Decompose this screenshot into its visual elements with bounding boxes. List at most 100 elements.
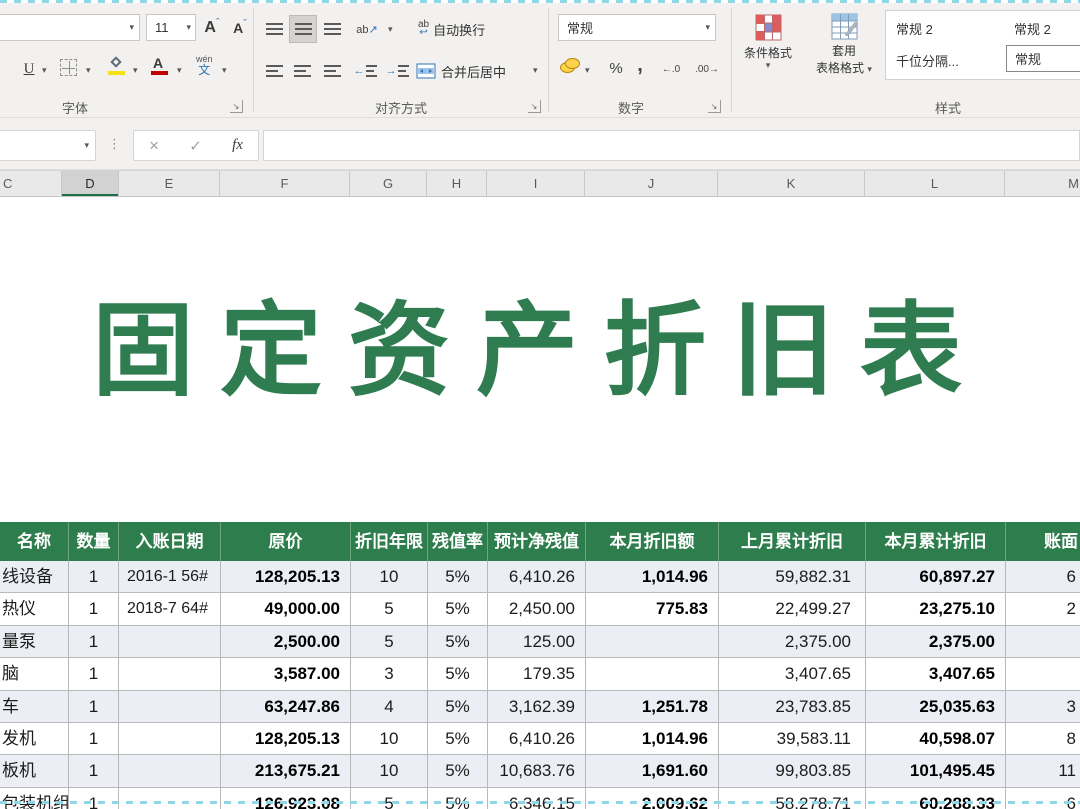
cell[interactable]: 车 xyxy=(0,691,68,722)
cell[interactable]: 5% xyxy=(427,723,487,754)
wrap-text-button[interactable]: ab ↩ 自动换行 xyxy=(418,15,485,43)
cell[interactable]: 49,000.00 xyxy=(220,593,350,624)
cell[interactable]: 3 xyxy=(350,658,427,689)
cell[interactable]: 3,407.65 xyxy=(865,658,1005,689)
cell[interactable]: 1 xyxy=(68,561,118,592)
cell[interactable]: 6,410.26 xyxy=(487,723,585,754)
cell[interactable]: 2,375.00 xyxy=(718,626,865,657)
font-color-button[interactable]: A xyxy=(150,57,170,75)
comma-style-button[interactable]: , xyxy=(632,53,648,77)
align-middle-button[interactable] xyxy=(290,16,316,42)
cell[interactable]: 发机 xyxy=(0,723,68,754)
chevron-down-icon[interactable]: ▾ xyxy=(388,25,393,34)
chevron-down-icon[interactable]: ▾ xyxy=(222,66,227,75)
cell[interactable]: 脑 xyxy=(0,658,68,689)
cell[interactable]: 2 xyxy=(1005,593,1080,624)
cell[interactable]: 5% xyxy=(427,561,487,592)
cell[interactable]: 60,288.33 xyxy=(865,788,1005,809)
chevron-down-icon[interactable]: ▾ xyxy=(177,66,182,75)
align-bottom-button[interactable] xyxy=(320,18,344,40)
font-size-combo[interactable]: 11 ▾ xyxy=(146,14,196,41)
cell[interactable]: 60,897.27 xyxy=(865,561,1005,592)
cell[interactable]: 128,205.13 xyxy=(220,723,350,754)
column-header-I[interactable]: I xyxy=(487,171,585,196)
cell[interactable] xyxy=(118,755,220,786)
cell[interactable]: 40,598.07 xyxy=(865,723,1005,754)
cell[interactable]: 125.00 xyxy=(487,626,585,657)
increase-indent-button[interactable]: → xyxy=(384,60,410,82)
cell[interactable] xyxy=(1005,626,1080,657)
style-item-comma[interactable]: 千位分隔... xyxy=(896,51,959,70)
name-box[interactable]: ▾ xyxy=(0,130,96,161)
conditional-formatting-button[interactable]: 条件格式 ▾ xyxy=(742,11,794,73)
orientation-button[interactable]: ab↗ xyxy=(352,16,382,42)
header-book-value[interactable]: 账面 xyxy=(1005,522,1080,561)
cell[interactable]: 2018-7 64# xyxy=(118,593,220,624)
cell[interactable]: 1 xyxy=(68,755,118,786)
cell[interactable]: 22,499.27 xyxy=(718,593,865,624)
column-header-K[interactable]: K xyxy=(718,171,865,196)
cell[interactable]: 6 xyxy=(1005,561,1080,592)
column-header-M[interactable]: M xyxy=(1005,171,1080,196)
cell[interactable]: 11 xyxy=(1005,755,1080,786)
cell[interactable]: 23,275.10 xyxy=(865,593,1005,624)
cell[interactable]: 1 xyxy=(68,788,118,809)
cell[interactable]: 10 xyxy=(350,755,427,786)
cell[interactable]: 128,205.13 xyxy=(220,561,350,592)
chevron-down-icon[interactable]: ▾ xyxy=(86,66,91,75)
cell[interactable]: 3,162.39 xyxy=(487,691,585,722)
cell[interactable]: 25,035.63 xyxy=(865,691,1005,722)
cell[interactable]: 2,375.00 xyxy=(865,626,1005,657)
worksheet[interactable]: 固定资产折旧表 名称 数量 入账日期 原价 折旧年限 残值率 预计净残值 本月折… xyxy=(0,197,1080,809)
font-dialog-launcher[interactable]: ↘ xyxy=(230,100,243,113)
phonetic-guide-button[interactable]: wén 文 xyxy=(196,55,213,76)
column-header-C[interactable]: C xyxy=(0,171,62,196)
align-right-button[interactable] xyxy=(320,60,344,82)
chevron-down-icon[interactable]: ▾ xyxy=(585,66,590,75)
cell[interactable]: 5 xyxy=(350,788,427,809)
cell[interactable]: 6 xyxy=(1005,788,1080,809)
cell[interactable]: 5% xyxy=(427,626,487,657)
cell[interactable]: 1,251.78 xyxy=(585,691,718,722)
header-original-price[interactable]: 原价 xyxy=(220,522,350,561)
cell[interactable]: 3,587.00 xyxy=(220,658,350,689)
cell[interactable]: 5% xyxy=(427,788,487,809)
cell[interactable]: 6,410.26 xyxy=(487,561,585,592)
cell[interactable]: 179.35 xyxy=(487,658,585,689)
cell[interactable]: 10 xyxy=(350,561,427,592)
cell[interactable]: 1,014.96 xyxy=(585,561,718,592)
cell[interactable] xyxy=(118,626,220,657)
style-item-normal2[interactable]: 常规 2 xyxy=(896,19,933,38)
decrease-indent-button[interactable]: ← xyxy=(352,60,378,82)
cell[interactable]: 23,783.85 xyxy=(718,691,865,722)
cell[interactable]: 1 xyxy=(68,593,118,624)
cell[interactable] xyxy=(118,691,220,722)
insert-function-icon[interactable]: fx xyxy=(232,137,243,154)
cell[interactable]: 1 xyxy=(68,626,118,657)
cell[interactable]: 5% xyxy=(427,755,487,786)
cell[interactable]: 59,882.31 xyxy=(718,561,865,592)
enter-icon[interactable]: ✓ xyxy=(189,137,202,155)
cell[interactable]: 10,683.76 xyxy=(487,755,585,786)
cell[interactable]: 213,675.21 xyxy=(220,755,350,786)
accounting-format-button[interactable] xyxy=(560,58,579,72)
cell[interactable]: 99,803.85 xyxy=(718,755,865,786)
header-entry-date[interactable]: 入账日期 xyxy=(118,522,220,561)
cell[interactable]: 量泵 xyxy=(0,626,68,657)
font-name-combo[interactable]: ▾ xyxy=(0,14,140,41)
grow-font-button[interactable]: Aˆ xyxy=(200,15,224,40)
column-header-E[interactable]: E xyxy=(119,171,220,196)
column-header-H[interactable]: H xyxy=(427,171,487,196)
header-name[interactable]: 名称 xyxy=(0,522,68,561)
header-cur-accum[interactable]: 本月累计折旧 xyxy=(865,522,1005,561)
header-month-depreciation[interactable]: 本月折旧额 xyxy=(585,522,718,561)
borders-button[interactable] xyxy=(60,59,77,76)
header-residual-rate[interactable]: 残值率 xyxy=(427,522,487,561)
align-top-button[interactable] xyxy=(262,18,286,40)
cell[interactable]: 2,009.62 xyxy=(585,788,718,809)
column-header-L[interactable]: L xyxy=(865,171,1005,196)
header-depreciation-years[interactable]: 折旧年限 xyxy=(350,522,427,561)
column-header-J[interactable]: J xyxy=(585,171,718,196)
cell[interactable] xyxy=(585,626,718,657)
cell[interactable]: 1,691.60 xyxy=(585,755,718,786)
